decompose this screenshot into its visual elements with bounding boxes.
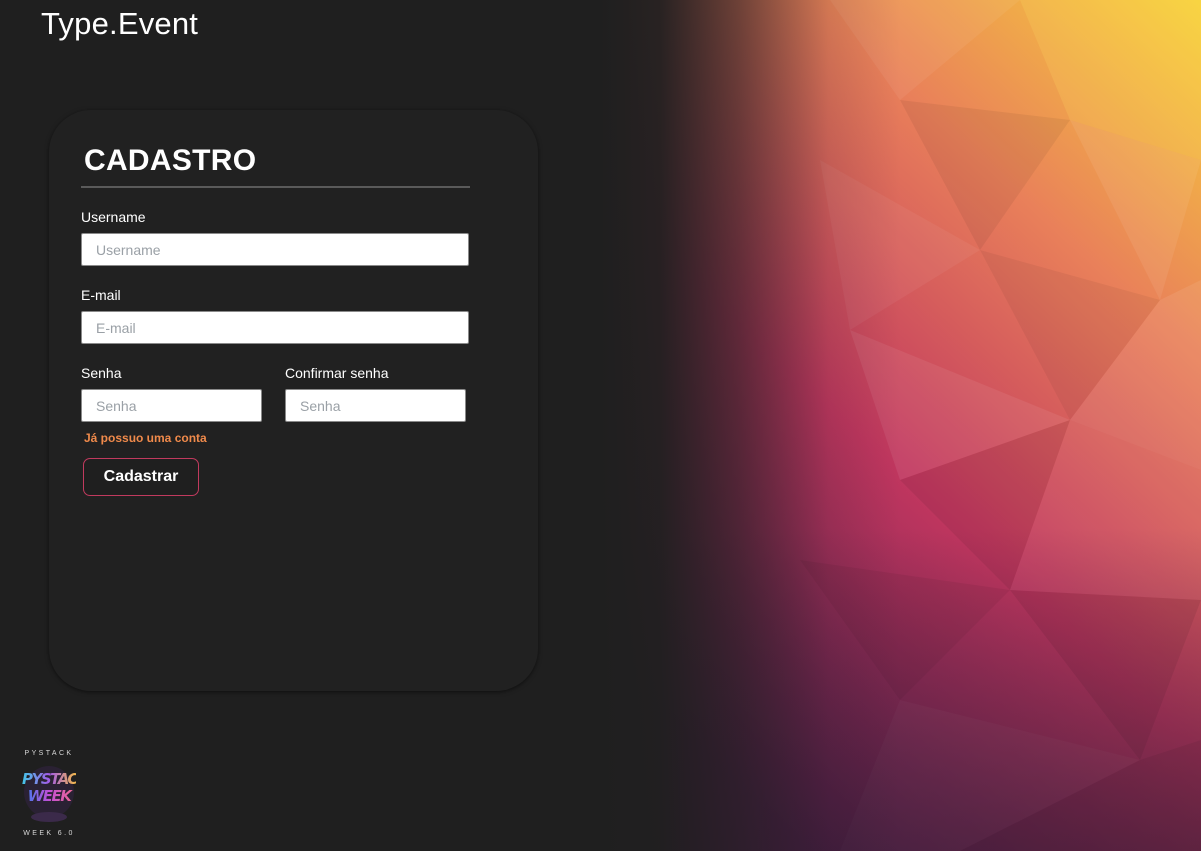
signup-card: CADASTRO Username E-mail Senha Confirmar…	[49, 110, 538, 691]
password-label: Senha	[81, 365, 122, 381]
confirm-password-input[interactable]	[285, 389, 466, 422]
logo-word-week: WEEK	[22, 789, 76, 804]
email-label: E-mail	[81, 287, 121, 303]
confirm-password-label: Confirmar senha	[285, 365, 389, 381]
title-divider	[81, 186, 470, 188]
logo-top-text: PYSTACK	[24, 750, 74, 757]
logo-bottom-text: WEEK 6.0	[23, 830, 75, 837]
email-input[interactable]	[81, 311, 469, 344]
form-title: CADASTRO	[84, 144, 257, 177]
low-poly-background-image	[600, 0, 1201, 851]
logo-word-pystack: PYSTACK	[22, 770, 89, 788]
app-brand-title: Type.Event	[41, 6, 199, 41]
logo-badge: PYSTACK WEEK	[22, 764, 89, 824]
register-button[interactable]: Cadastrar	[83, 458, 199, 496]
pystack-week-logo: PYSTACK PYSTACK WEEK WEEK 6.0	[18, 748, 89, 842]
login-link[interactable]: Já possuo uma conta	[84, 431, 207, 445]
username-input[interactable]	[81, 233, 469, 266]
signup-page: Type.Event CADASTRO Username E-mail Senh…	[0, 0, 1201, 851]
password-input[interactable]	[81, 389, 262, 422]
username-label: Username	[81, 209, 146, 225]
